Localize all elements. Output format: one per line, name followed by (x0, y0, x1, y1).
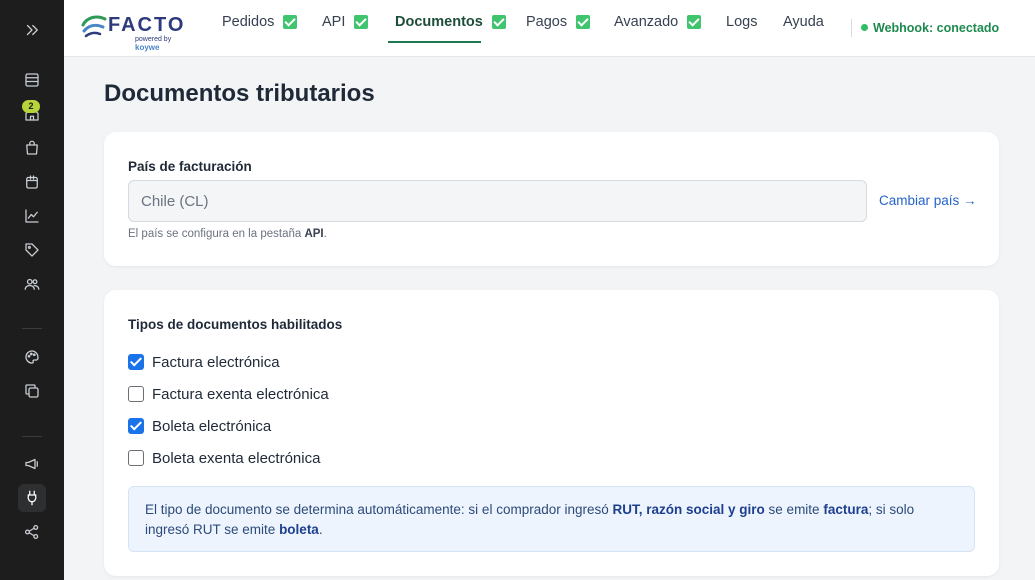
document-types-card: Tipos de documentos habilitados Factura … (104, 290, 999, 576)
tab-avanzado[interactable]: Avanzado (614, 0, 702, 44)
tab-ayuda[interactable]: Ayuda (783, 0, 824, 44)
checkbox-factura[interactable] (128, 354, 144, 370)
palette-icon[interactable] (18, 343, 46, 371)
checkbox-boleta[interactable] (128, 418, 144, 434)
check-icon (576, 15, 591, 29)
check-icon (491, 15, 506, 29)
notification-badge: 2 (22, 100, 40, 113)
checkbox-boleta-exenta[interactable] (128, 450, 144, 466)
shopping-bag-icon[interactable] (18, 134, 46, 162)
share-icon[interactable] (18, 518, 46, 546)
sidebar-divider (22, 436, 42, 437)
check-icon (354, 15, 369, 29)
tab-pedidos[interactable]: Pedidos (222, 0, 298, 44)
tab-api[interactable]: API (322, 0, 369, 44)
users-icon[interactable] (18, 270, 46, 298)
tab-logs[interactable]: Logs (726, 0, 757, 44)
billing-country-card: País de facturación Cambiar país → El pa… (104, 132, 999, 266)
check-icon (283, 15, 298, 29)
logo-wordmark: FACTO (108, 14, 186, 36)
doc-type-boleta-exenta[interactable]: Boleta exenta electrónica (128, 448, 320, 468)
sidebar-divider (22, 328, 42, 329)
status-dot-icon (861, 24, 868, 31)
nav-divider (851, 19, 852, 37)
logo-powered-by: powered by koywe (135, 36, 172, 52)
document-types-label: Tipos de documentos habilitados (128, 317, 343, 332)
chart-icon[interactable] (18, 202, 46, 230)
tag-icon[interactable] (18, 236, 46, 264)
document-type-info: El tipo de documento se determina automá… (128, 486, 975, 552)
checkbox-factura-exenta[interactable] (128, 386, 144, 402)
megaphone-icon[interactable] (18, 450, 46, 478)
plug-icon[interactable] (18, 484, 46, 512)
country-input[interactable] (128, 180, 867, 222)
check-icon (687, 15, 702, 29)
doc-type-boleta[interactable]: Boleta electrónica (128, 416, 271, 436)
tab-pagos[interactable]: Pagos (526, 0, 591, 44)
facto-swoosh-icon (81, 15, 107, 38)
store-icon[interactable] (18, 66, 46, 94)
country-hint: El país se configura en la pestaña API. (128, 228, 327, 240)
tab-documentos[interactable]: Documentos (395, 0, 506, 44)
facto-logo[interactable]: FACTO powered by koywe (80, 11, 190, 52)
change-country-link[interactable]: Cambiar país → (879, 193, 977, 208)
top-navigation-bar: FACTO powered by koywe Pedidos API Docum… (64, 0, 1035, 57)
package-icon[interactable] (18, 168, 46, 196)
page-title: Documentos tributarios (104, 80, 375, 107)
active-tab-indicator (388, 41, 481, 43)
doc-type-factura[interactable]: Factura electrónica (128, 352, 280, 372)
copy-icon[interactable] (18, 377, 46, 405)
left-sidebar: 2 (0, 0, 64, 580)
doc-type-factura-exenta[interactable]: Factura exenta electrónica (128, 384, 329, 404)
country-label: País de facturación (128, 159, 252, 174)
webhook-status: Webhook: conectado (861, 21, 999, 35)
double-chevron-right-icon[interactable] (18, 16, 46, 44)
